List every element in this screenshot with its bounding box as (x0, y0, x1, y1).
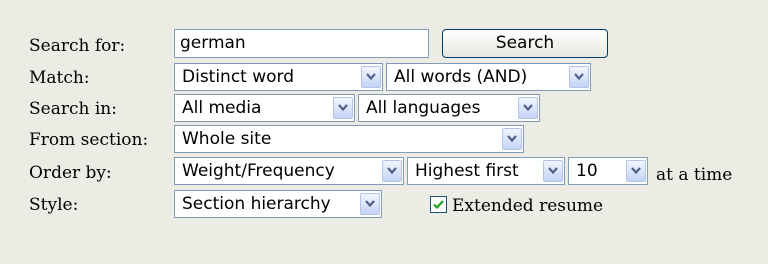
chevron-down-icon[interactable] (361, 66, 381, 88)
from-section-label: From section: (29, 130, 149, 150)
match-word-mode-value: Distinct word (182, 67, 295, 87)
media-select[interactable]: All media (174, 94, 355, 122)
style-label: Style: (29, 195, 79, 215)
search-in-label: Search in: (29, 99, 117, 119)
search-form: Search for: german Search Match: Distinc… (0, 0, 768, 264)
search-button[interactable]: Search (442, 29, 608, 58)
chevron-down-icon[interactable] (543, 160, 563, 182)
chevron-down-icon[interactable] (518, 97, 538, 119)
at-a-time-text: at a time (656, 165, 733, 185)
check-icon (433, 200, 444, 210)
match-label: Match: (29, 68, 90, 88)
chevron-down-icon[interactable] (569, 66, 589, 88)
match-logic-value: All words (AND) (394, 67, 528, 87)
chevron-down-icon[interactable] (382, 160, 402, 182)
extended-resume-label[interactable]: Extended resume (452, 195, 603, 217)
chevron-down-icon[interactable] (502, 128, 522, 150)
chevron-down-icon[interactable] (626, 160, 646, 182)
order-direction-select[interactable]: Highest first (407, 157, 565, 185)
search-input[interactable]: german (174, 29, 429, 58)
languages-value: All languages (366, 98, 481, 118)
order-field-value: Weight/Frequency (182, 161, 335, 181)
media-value: All media (182, 98, 262, 118)
order-direction-value: Highest first (415, 161, 519, 181)
languages-select[interactable]: All languages (358, 94, 540, 122)
order-by-label: Order by: (29, 163, 112, 183)
section-select[interactable]: Whole site (174, 125, 524, 153)
style-value: Section hierarchy (182, 194, 331, 214)
chevron-down-icon[interactable] (360, 193, 380, 215)
order-field-select[interactable]: Weight/Frequency (174, 157, 404, 185)
match-logic-select[interactable]: All words (AND) (386, 63, 591, 91)
extended-resume-checkbox[interactable] (430, 196, 447, 213)
match-word-mode-select[interactable]: Distinct word (174, 63, 383, 91)
results-count-select[interactable]: 10 (568, 157, 648, 185)
style-select[interactable]: Section hierarchy (174, 190, 382, 218)
chevron-down-icon[interactable] (333, 97, 353, 119)
section-value: Whole site (182, 129, 272, 149)
search-for-label: Search for: (29, 36, 126, 56)
